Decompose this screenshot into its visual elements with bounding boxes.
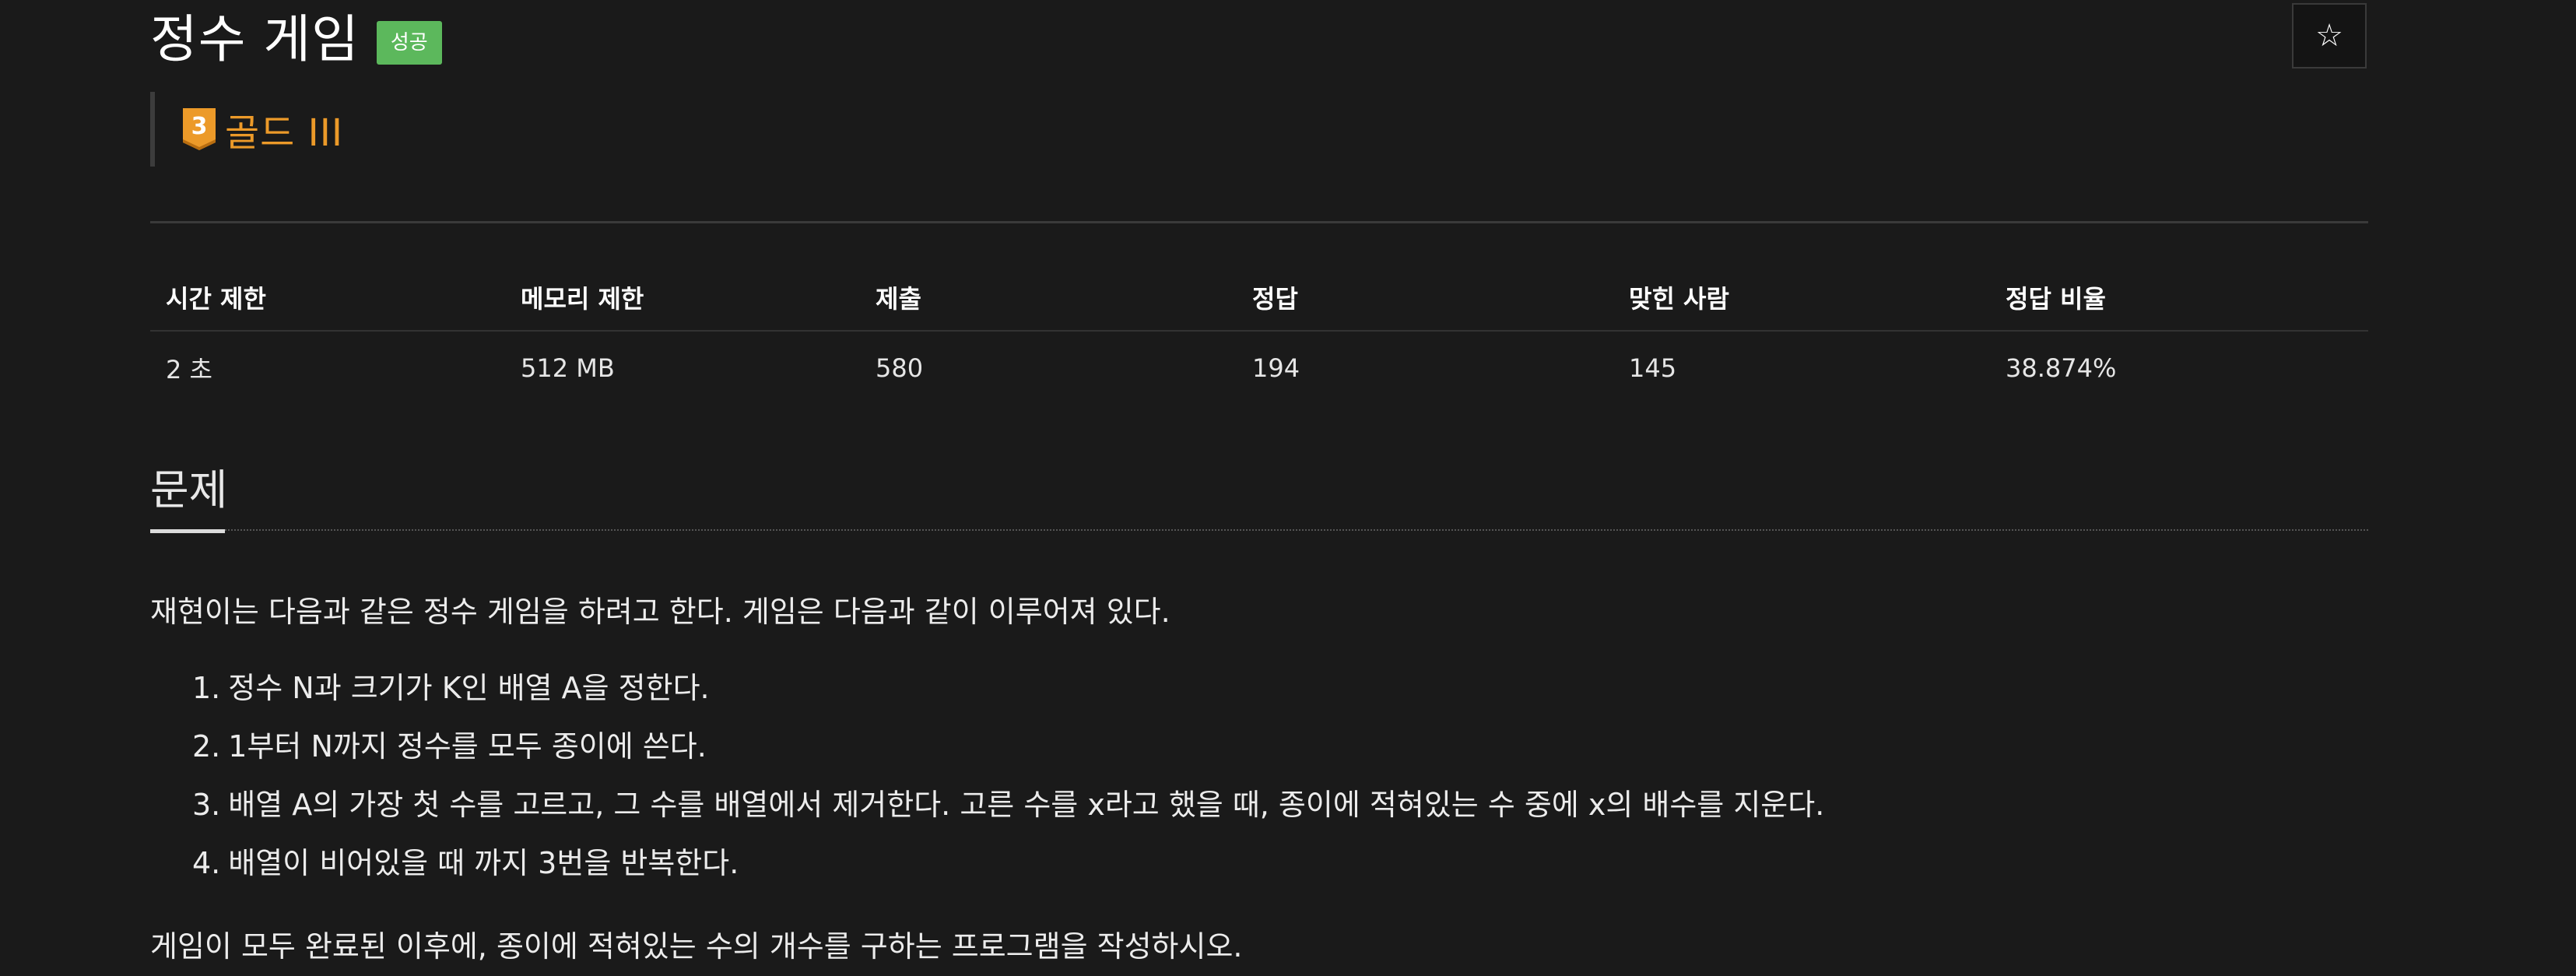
header-solvers: 맞힌 사람 bbox=[1629, 284, 1729, 314]
header-memory-limit: 메모리 제한 bbox=[521, 284, 644, 314]
section-title-underline bbox=[150, 529, 225, 533]
section-title-problem: 문제 bbox=[150, 465, 228, 514]
step-text: 배열이 비어있을 때 까지 3번을 반복한다. bbox=[228, 846, 739, 880]
step-number: 3. bbox=[192, 788, 221, 822]
list-item: 2. 1부터 N까지 정수를 모두 종이에 쓴다. bbox=[192, 725, 1824, 783]
header-submissions: 제출 bbox=[876, 284, 921, 314]
value-submissions[interactable]: 580 bbox=[860, 353, 1237, 383]
stats-header-row: 시간 제한 메모리 제한 제출 정답 맞힌 사람 정답 비율 bbox=[150, 265, 2368, 332]
step-text: 정수 N과 크기가 K인 배열 A을 정한다. bbox=[228, 671, 710, 705]
tier-block: 3 골드 III bbox=[150, 92, 343, 167]
step-number: 1. bbox=[192, 671, 221, 705]
status-badge: 성공 bbox=[376, 21, 442, 65]
step-text: 배열 A의 가장 첫 수를 고르고, 그 수를 배열에서 제거한다. 고른 수를… bbox=[228, 788, 1825, 822]
value-accepted[interactable]: 194 bbox=[1237, 353, 1613, 383]
problem-outro: 게임이 모두 완료된 이후에, 종이에 적혀있는 수의 개수를 구하는 프로그램… bbox=[150, 929, 1243, 964]
value-time-limit: 2 초 bbox=[166, 355, 212, 384]
value-solvers[interactable]: 145 bbox=[1613, 353, 1990, 383]
step-number: 4. bbox=[192, 846, 221, 880]
step-text: 1부터 N까지 정수를 모두 종이에 쓴다. bbox=[228, 729, 707, 764]
problem-title: 정수 게임 bbox=[150, 9, 360, 69]
header-accepted: 정답 bbox=[1252, 284, 1298, 314]
header-accept-ratio: 정답 비율 bbox=[2006, 284, 2106, 314]
title-row: 정수 게임 성공 bbox=[150, 5, 442, 75]
gold-tier-icon: 3 bbox=[183, 108, 216, 150]
problem-intro: 재현이는 다음과 같은 정수 게임을 하려고 한다. 게임은 다음과 같이 이루… bbox=[150, 595, 1170, 629]
divider bbox=[150, 221, 2368, 223]
step-number: 2. bbox=[192, 729, 221, 764]
value-memory-limit: 512 MB bbox=[521, 353, 615, 383]
list-item: 1. 정수 N과 크기가 K인 배열 A을 정한다. bbox=[192, 666, 1824, 725]
tier-label[interactable]: 골드 III bbox=[225, 102, 343, 156]
list-item: 3. 배열 A의 가장 첫 수를 고르고, 그 수를 배열에서 제거한다. 고른 … bbox=[192, 783, 1824, 841]
favorite-button[interactable]: ☆ bbox=[2292, 3, 2367, 68]
stats-table: 시간 제한 메모리 제한 제출 정답 맞힌 사람 정답 비율 2 초 512 M… bbox=[150, 265, 2368, 405]
problem-page: 정수 게임 성공 ☆ 3 골드 III 시간 제한 메모리 제한 제출 정답 맞… bbox=[0, 0, 2576, 976]
header-time-limit: 시간 제한 bbox=[166, 284, 266, 314]
tier-number: 3 bbox=[191, 113, 208, 140]
list-item: 4. 배열이 비어있을 때 까지 3번을 반복한다. bbox=[192, 841, 1824, 900]
value-accept-ratio: 38.874% bbox=[2006, 353, 2117, 383]
star-outline-icon: ☆ bbox=[2315, 18, 2343, 54]
stats-value-row: 2 초 512 MB 580 194 145 38.874% bbox=[150, 332, 2368, 405]
steps-list: 1. 정수 N과 크기가 K인 배열 A을 정한다. 2. 1부터 N까지 정수를 … bbox=[192, 666, 1824, 900]
section-divider bbox=[150, 529, 2368, 531]
